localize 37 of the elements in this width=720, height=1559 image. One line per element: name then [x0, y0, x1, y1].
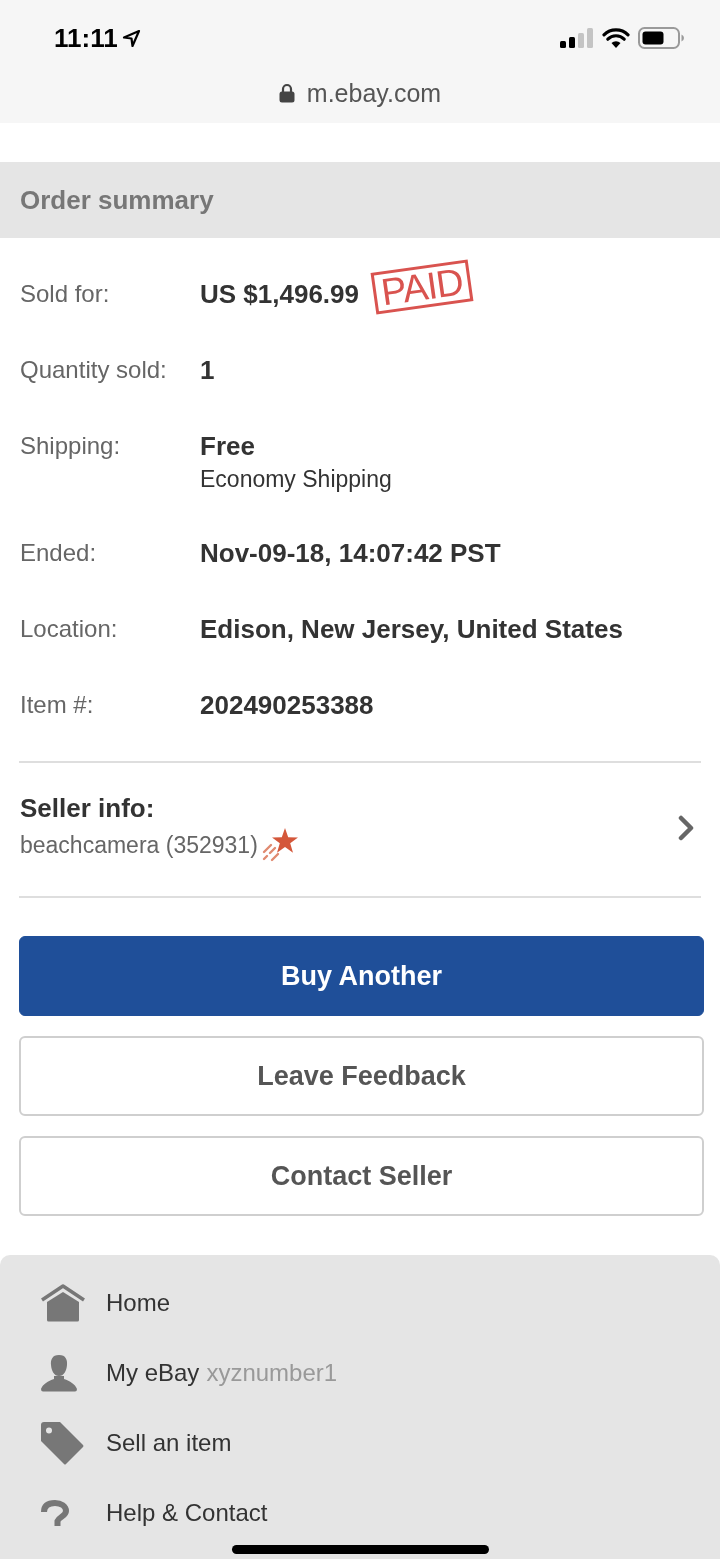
field-value: 202490253388 — [200, 689, 374, 721]
field-label: Shipping: — [20, 431, 122, 461]
seller-name[interactable]: beachcamera (352931) — [20, 831, 258, 859]
field-value: US $1,496.99 — [200, 278, 359, 310]
field-label: Location: — [20, 614, 119, 644]
field-value: Free — [200, 430, 255, 462]
wifi-icon — [602, 28, 630, 48]
location-arrow-icon — [121, 28, 141, 48]
buy-another-button[interactable]: Buy Another — [19, 936, 704, 1016]
field-label: Ended: — [20, 538, 98, 568]
lock-icon — [278, 83, 295, 103]
menu-item[interactable]: Help & Contact — [106, 1498, 268, 1528]
field-detail: Economy Shipping — [200, 465, 393, 493]
chevron-right-icon[interactable] — [678, 815, 694, 841]
url-text[interactable]: m.ebay.com — [306, 78, 442, 108]
field-label: Item #: — [20, 690, 95, 720]
field-value: Edison, New Jersey, United States — [200, 613, 623, 645]
signal-icon — [560, 28, 594, 48]
field-label: Quantity sold: — [20, 355, 168, 385]
shooting-star-icon — [261, 827, 298, 863]
menu-item[interactable]: Sell an item — [106, 1428, 232, 1458]
user-silhouette-icon — [40, 1354, 78, 1392]
menu-item[interactable]: My eBay xyznumber1 — [106, 1358, 338, 1388]
field-value: 1 — [200, 354, 215, 386]
home-icon — [40, 1284, 86, 1322]
field-value: Nov-09-18, 14:07:42 PST — [200, 537, 501, 569]
field-label: Sold for: — [20, 279, 111, 309]
action-button[interactable]: Contact Seller — [19, 1136, 704, 1216]
battery-icon — [638, 27, 684, 49]
menu-item[interactable]: Home — [106, 1288, 171, 1318]
status-time: 11:11 — [54, 21, 118, 55]
action-button[interactable]: Leave Feedback — [19, 1036, 704, 1116]
tag-icon — [40, 1421, 84, 1465]
section-title: Order summary — [20, 183, 214, 217]
question-mark-icon — [40, 1500, 70, 1526]
paid-stamp: PAID — [370, 259, 474, 315]
seller-info-title: Seller info: — [20, 793, 156, 823]
